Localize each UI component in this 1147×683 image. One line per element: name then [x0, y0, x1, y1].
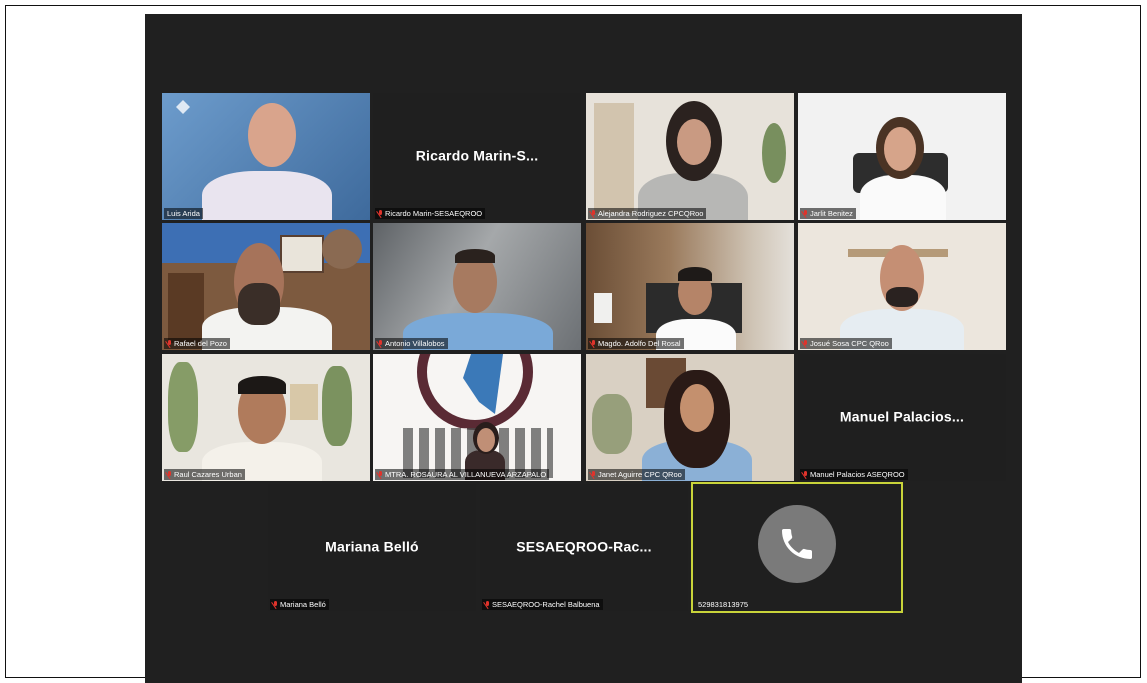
video-tile-ricardo-marin[interactable]: Ricardo Marin-S... Ricardo Marin-SESAEQR… — [373, 93, 581, 220]
participant-name-label: Raul Cazares Urban — [164, 469, 245, 480]
participant-name-label: SESAEQROO-Rachel Balbuena — [482, 599, 603, 610]
video-tile-luis-arida[interactable]: Luis Arida — [162, 93, 370, 220]
mic-muted-icon — [378, 471, 383, 478]
participant-name-label: Manuel Palacios ASEQROO — [800, 469, 908, 480]
video-tile-mariana-bello[interactable]: Mariana Belló Mariana Belló — [268, 484, 476, 611]
participant-name-label: Ricardo Marin-SESAEQROO — [375, 208, 486, 219]
participant-display-name: Mariana Belló — [325, 537, 419, 554]
participant-name-label: Josué Sosa CPC QRoo — [800, 338, 892, 349]
participant-name-label: Magdo. Adolfo Del Rosal — [588, 338, 684, 349]
mic-muted-icon — [378, 210, 383, 217]
mic-muted-icon — [803, 210, 808, 217]
mic-muted-icon — [273, 601, 278, 608]
participant-name-label: Luis Arida — [164, 208, 203, 219]
mic-muted-icon — [591, 210, 596, 217]
participant-name-label: 529831813975 — [698, 600, 749, 609]
video-tile-raul-cazares[interactable]: Raul Cazares Urban — [162, 354, 370, 481]
participant-display-name: Ricardo Marin-S... — [415, 146, 539, 163]
mic-muted-icon — [167, 471, 172, 478]
video-tile-phone-participant[interactable]: 529831813975 — [691, 482, 903, 613]
video-tile-rosaura-villanueva[interactable]: MTRA. ROSAURA AL VILLANUEVA ARZAPALO — [373, 354, 581, 481]
video-tile-antonio-villalobos[interactable]: Antonio Villalobos — [373, 223, 581, 350]
mic-muted-icon — [167, 340, 172, 347]
video-tile-rachel-balbuena[interactable]: SESAEQROO-Rac... SESAEQROO-Rachel Balbue… — [480, 484, 688, 611]
video-tile-adolfo-del-rosal[interactable]: Magdo. Adolfo Del Rosal — [586, 223, 794, 350]
participant-name-label: MTRA. ROSAURA AL VILLANUEVA ARZAPALO — [375, 469, 550, 480]
video-tile-rafael-del-pozo[interactable]: Rafael del Pozo — [162, 223, 370, 350]
video-gallery: Luis Arida Ricardo Marin-S... Ricardo Ma… — [145, 14, 1022, 683]
mic-muted-icon — [803, 340, 808, 347]
participant-name-label: Mariana Belló — [270, 599, 329, 610]
participant-name-label: Rafael del Pozo — [164, 338, 230, 349]
participant-name-label: Jarlit Benitez — [800, 208, 856, 219]
mic-muted-icon — [591, 340, 596, 347]
video-tile-manuel-palacios[interactable]: Manuel Palacios... Manuel Palacios ASEQR… — [798, 354, 1006, 481]
participant-display-name: SESAEQROO-Rac... — [516, 537, 652, 554]
mic-muted-icon — [591, 471, 596, 478]
phone-icon — [758, 504, 836, 583]
participant-name-label: Janet Aguirre CPC QRoo — [588, 469, 685, 480]
participant-display-name: Manuel Palacios... — [839, 407, 965, 424]
mic-muted-icon — [803, 471, 808, 478]
mic-muted-icon — [485, 601, 490, 608]
participant-name-label: Alejandra Rodriguez CPCQRoo — [588, 208, 707, 219]
video-tile-josue-sosa[interactable]: Josué Sosa CPC QRoo — [798, 223, 1006, 350]
video-tile-alejandra-rodriguez[interactable]: Alejandra Rodriguez CPCQRoo — [586, 93, 794, 220]
mic-muted-icon — [378, 340, 383, 347]
video-tile-janet-aguirre[interactable]: Janet Aguirre CPC QRoo — [586, 354, 794, 481]
participant-name-label: Antonio Villalobos — [375, 338, 448, 349]
video-tile-jarlit-benitez[interactable]: Jarlit Benitez — [798, 93, 1006, 220]
